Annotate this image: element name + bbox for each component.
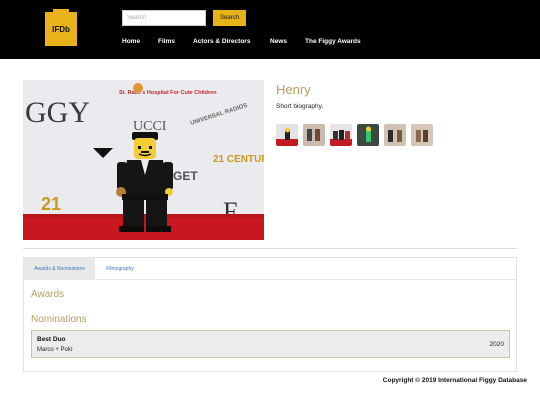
backdrop-text: 21 CENTURY BLOX	[213, 154, 264, 165]
nomination-title: Best Duo	[37, 336, 66, 343]
backdrop-text: St. Rade's Hospital For Cute Children	[119, 90, 217, 96]
nav-actors-directors[interactable]: Actors & Directors	[193, 38, 250, 45]
section-divider	[23, 248, 517, 249]
ifdb-logo[interactable]: IFDb	[45, 9, 77, 46]
awards-tab-panel: Awards & Nominations Filmography Awards …	[23, 257, 517, 372]
red-carpet-photo-illustration: GGY St. Rade's Hospital For Cute Childre…	[23, 80, 264, 240]
tab-filmography[interactable]: Filmography	[95, 258, 145, 280]
backdrop-text: 21	[41, 194, 61, 214]
tab-bar: Awards & Nominations Filmography	[24, 258, 516, 280]
search-button[interactable]: Search	[213, 10, 246, 26]
nominations-heading: Nominations	[31, 314, 87, 325]
nomination-film: Marco + Polo	[37, 347, 73, 353]
photo-thumbnails	[276, 124, 433, 146]
nav-home[interactable]: Home	[122, 38, 140, 45]
thumbnail[interactable]	[411, 124, 433, 146]
nav-news[interactable]: News	[270, 38, 287, 45]
awards-heading: Awards	[31, 289, 65, 300]
actor-bio: Short biography.	[276, 103, 324, 110]
thumbnail[interactable]	[303, 124, 325, 146]
thumbnail[interactable]	[276, 124, 298, 146]
backdrop-text: GET	[173, 169, 198, 183]
thumbnail[interactable]	[357, 124, 379, 146]
actor-name: Henry	[276, 82, 311, 97]
nomination-year: 2020	[489, 341, 504, 348]
tab-awards-nominations[interactable]: Awards & Nominations	[24, 258, 95, 280]
footer-copyright: Copyright © 2019 International Figgy Dat…	[382, 377, 527, 384]
backdrop-text: GGY	[25, 96, 90, 129]
search-input[interactable]	[122, 10, 206, 26]
thumbnail[interactable]	[384, 124, 406, 146]
thumbnail[interactable]	[330, 124, 352, 146]
top-navigation-bar: IFDb Search Home Films Actors & Director…	[0, 0, 540, 59]
nav-films[interactable]: Films	[158, 38, 175, 45]
logo-text: IFDb	[52, 24, 70, 34]
backdrop-text: UCCI	[133, 119, 167, 134]
nav-figgy-awards[interactable]: The Figgy Awards	[305, 38, 361, 45]
profile-photo: GGY St. Rade's Hospital For Cute Childre…	[23, 80, 264, 240]
nomination-card: Best Duo Marco + Polo 2020	[31, 330, 510, 358]
